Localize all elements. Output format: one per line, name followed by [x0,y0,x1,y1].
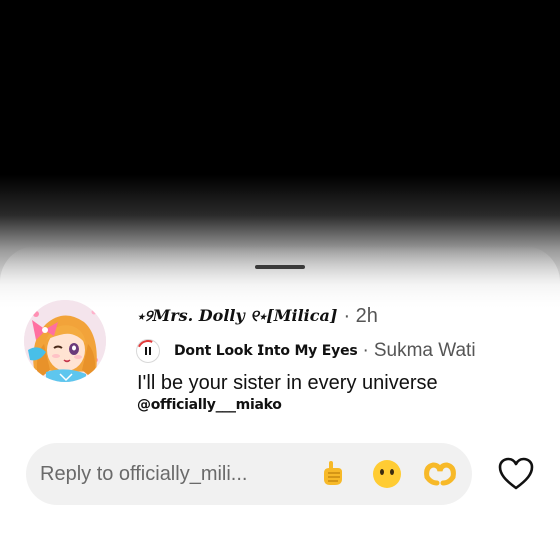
reply-input[interactable] [40,458,290,490]
face-without-mouth-emoji-button[interactable] [369,456,405,492]
username[interactable]: ⋆୨𝑴𝒓𝒔. 𝑫𝒐𝒍𝒍𝒚 ୧⋆[𝑴𝒊𝒍𝒊𝒄𝒂] [137,306,337,326]
sheet-drag-handle[interactable] [255,265,305,269]
mention-link[interactable]: @officially___miako [137,397,282,413]
fist-bump-emoji-button[interactable] [315,456,351,492]
comment-timestamp: · 2h [343,304,378,327]
heart-hands-emoji-button[interactable] [422,456,458,492]
song-title[interactable]: 𝗗𝗼𝗻𝘁 𝗟𝗼𝗼𝗸 𝗜𝗻𝘁𝗼 𝗠𝘆 𝗘𝘆𝗲𝘀 [174,343,358,359]
comment-header: ⋆୨𝑴𝒓𝒔. 𝑫𝒐𝒍𝒍𝒚 ୧⋆[𝑴𝒊𝒍𝒊𝒄𝒂] · 2h [137,302,378,330]
fist-bump-icon [324,461,342,485]
comment-text: I'll be your sister in every universe [137,372,438,394]
like-button[interactable] [497,456,535,492]
avatar[interactable] [24,300,106,382]
music-separator: · [362,340,369,361]
song-artist[interactable]: Sukma Wati [374,340,476,362]
face-without-mouth-icon [373,460,401,488]
heart-outline-icon [498,457,534,490]
heart-hands-icon [424,462,456,486]
music-row[interactable]: 𝗗𝗼𝗻𝘁 𝗟𝗼𝗼𝗸 𝗜𝗻𝘁𝗼 𝗠𝘆 𝗘𝘆𝗲𝘀 · Sukma Wati [137,338,476,364]
pause-icon[interactable] [137,340,159,362]
